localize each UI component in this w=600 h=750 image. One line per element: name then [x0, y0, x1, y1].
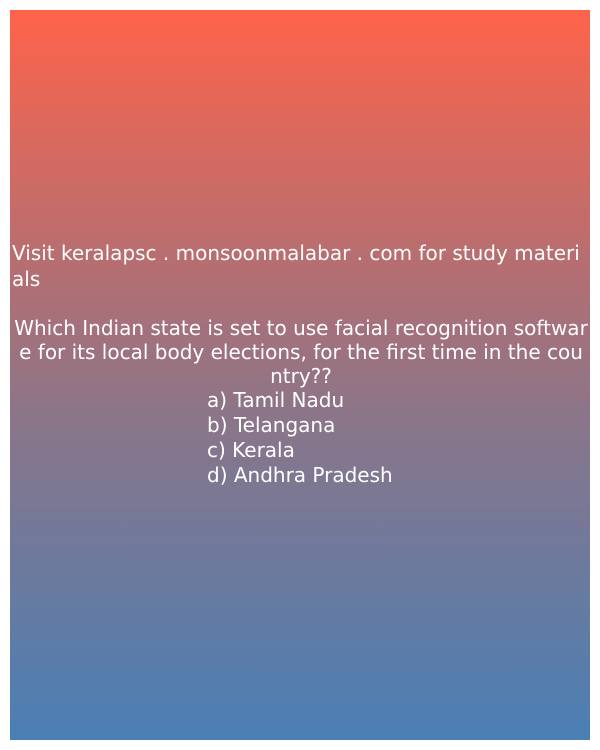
quiz-card: Visit keralapsc . monsoonmalabar . com f… [10, 10, 590, 740]
promo-text: Visit keralapsc . monsoonmalabar . com f… [12, 241, 580, 291]
answer-options: a) Tamil Nadu b) Telangana c) Kerala d) … [207, 388, 393, 488]
option-c: c) Kerala [207, 438, 295, 462]
option-d: d) Andhra Pradesh [207, 463, 393, 487]
question-text: Which Indian state is set to use facial … [14, 316, 588, 388]
option-b: b) Telangana [207, 413, 336, 437]
option-a: a) Tamil Nadu [207, 388, 345, 412]
